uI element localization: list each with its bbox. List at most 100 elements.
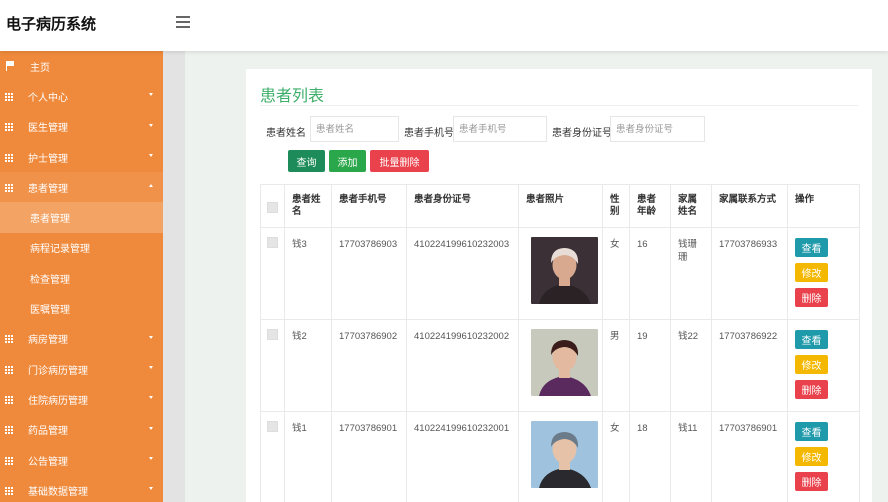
add-button[interactable]: 添加 [329, 150, 366, 172]
sidebar-item-label: 基础数据管理 [28, 486, 88, 498]
page-title: 患者列表 [260, 88, 325, 105]
patient-phone-label: 患者手机号 [404, 128, 454, 139]
patient-idcard-cell: 410224199610232003 [406, 227, 519, 320]
delete-button[interactable]: 删除 [795, 472, 828, 491]
view-button[interactable]: 查看 [795, 422, 828, 441]
row-checkbox[interactable] [267, 329, 278, 340]
gender-cell: 女 [602, 227, 630, 320]
patient-photo [531, 237, 598, 304]
sidebar-subitem-1[interactable]: 病程记录管理 [0, 233, 163, 263]
patient-idcard-input[interactable] [610, 116, 705, 142]
sidebar-item-0[interactable]: 主页 [0, 51, 163, 81]
sidebar: 主页 个人中心 医生管理 护士管理 患者管理 患者管理 病程记录管理 检查管理 医嘱管理 病房管理… [0, 51, 163, 502]
grid-icon [5, 456, 13, 465]
grid-icon [5, 365, 13, 374]
gender-cell: 男 [602, 319, 630, 412]
header-family-name: 家属姓名 [670, 184, 712, 228]
query-button[interactable]: 查询 [288, 150, 325, 172]
sidebar-item-label: 患者管理 [28, 183, 68, 195]
chevron-down-icon [149, 93, 153, 97]
hamburger-menu-icon[interactable] [176, 16, 190, 28]
delete-button[interactable]: 删除 [795, 380, 828, 399]
sidebar-item-label: 医生管理 [28, 123, 68, 135]
chevron-down-icon [149, 365, 153, 369]
sidebar-item-4[interactable]: 患者管理 [0, 172, 163, 203]
family-name-cell: 钱珊珊 [670, 227, 712, 320]
header-patient-photo: 患者照片 [518, 184, 603, 228]
patient-phone-input[interactable] [453, 116, 547, 142]
sidebar-item-label: 主页 [30, 62, 50, 74]
chevron-down-icon [149, 123, 153, 127]
sidebar-item-label: 护士管理 [28, 153, 68, 165]
header-patient-name: 患者姓名 [284, 184, 332, 228]
age-cell: 16 [629, 227, 671, 320]
grid-icon [5, 183, 13, 192]
edit-button[interactable]: 修改 [795, 447, 828, 466]
table-row: 钱1 17703786901 410224199610232001 女 18 钱11 177… [260, 411, 860, 502]
sidebar-item-1[interactable]: 个人中心 [0, 81, 163, 111]
delete-button[interactable]: 删除 [795, 288, 828, 307]
chevron-down-icon [149, 487, 153, 491]
sidebar-item-6[interactable]: 门诊病历管理 [0, 354, 163, 384]
patient-photo-cell [518, 227, 603, 320]
patient-list-card: 患者列表 患者姓名 患者手机号 患者身份证号 查询 添加 批量删除 患者姓名 患… [246, 69, 872, 502]
sidebar-item-3[interactable]: 护士管理 [0, 142, 163, 172]
chevron-down-icon [149, 153, 153, 157]
grid-icon [5, 426, 13, 435]
patient-phone-cell: 17703786903 [331, 227, 407, 320]
sidebar-subitem-3[interactable]: 医嘱管理 [0, 293, 163, 323]
actions-cell: 查看 修改 删除 [787, 411, 860, 502]
sidebar-item-2[interactable]: 医生管理 [0, 112, 163, 142]
grid-icon [5, 92, 13, 101]
family-name-cell: 钱22 [670, 319, 712, 412]
actions-cell: 查看 修改 删除 [787, 227, 860, 320]
family-name-cell: 钱11 [670, 411, 712, 502]
grid-icon [5, 153, 13, 162]
sidebar-item-5[interactable]: 病房管理 [0, 324, 163, 354]
sidebar-item-7[interactable]: 住院病历管理 [0, 384, 163, 414]
table-row: 钱2 17703786902 410224199610232002 男 19 钱22 177… [260, 319, 860, 412]
gender-cell: 女 [602, 411, 630, 502]
sidebar-item-label: 门诊病历管理 [28, 365, 88, 377]
select-all-checkbox[interactable] [267, 202, 278, 213]
patient-idcard-label: 患者身份证号 [552, 128, 612, 139]
age-cell: 19 [629, 319, 671, 412]
sidebar-item-label: 药品管理 [28, 426, 68, 438]
patient-phone-cell: 17703786901 [331, 411, 407, 502]
sidebar-subitem-2[interactable]: 检查管理 [0, 263, 163, 293]
sidebar-item-10[interactable]: 基础数据管理 [0, 475, 163, 502]
edit-button[interactable]: 修改 [795, 355, 828, 374]
table-header-row: 患者姓名 患者手机号 患者身份证号 患者照片 性别 患者年龄 家属姓名 家属联系… [260, 184, 860, 228]
patient-name-label: 患者姓名 [266, 128, 306, 139]
chevron-up-icon [149, 184, 153, 188]
header-family-phone: 家属联系方式 [711, 184, 788, 228]
header-patient-idcard: 患者身份证号 [406, 184, 519, 228]
family-phone-cell: 17703786933 [711, 227, 788, 320]
patient-name-cell: 钱2 [284, 319, 332, 412]
header-actions: 操作 [787, 184, 860, 228]
header-age: 患者年龄 [629, 184, 671, 228]
row-checkbox[interactable] [267, 237, 278, 248]
family-phone-cell: 17703786901 [711, 411, 788, 502]
age-cell: 18 [629, 411, 671, 502]
patient-name-input[interactable] [310, 116, 399, 142]
sidebar-item-9[interactable]: 公告管理 [0, 445, 163, 475]
chevron-down-icon [149, 335, 153, 339]
chevron-down-icon [149, 396, 153, 400]
view-button[interactable]: 查看 [795, 330, 828, 349]
edit-button[interactable]: 修改 [795, 263, 828, 282]
sidebar-item-8[interactable]: 药品管理 [0, 415, 163, 445]
sidebar-subitem-0[interactable]: 患者管理 [0, 202, 163, 233]
chevron-down-icon [149, 426, 153, 430]
row-checkbox[interactable] [267, 421, 278, 432]
row-select-cell [260, 411, 285, 502]
patient-idcard-cell: 410224199610232002 [406, 319, 519, 412]
patient-photo-cell [518, 411, 603, 502]
view-button[interactable]: 查看 [795, 238, 828, 257]
batch-delete-button[interactable]: 批量删除 [370, 150, 429, 172]
sidebar-item-label: 公告管理 [28, 456, 68, 468]
patient-table: 患者姓名 患者手机号 患者身份证号 患者照片 性别 患者年龄 家属姓名 家属联系… [260, 184, 860, 502]
chevron-down-icon [149, 456, 153, 460]
sidebar-item-label: 个人中心 [28, 92, 68, 104]
row-select-cell [260, 319, 285, 412]
